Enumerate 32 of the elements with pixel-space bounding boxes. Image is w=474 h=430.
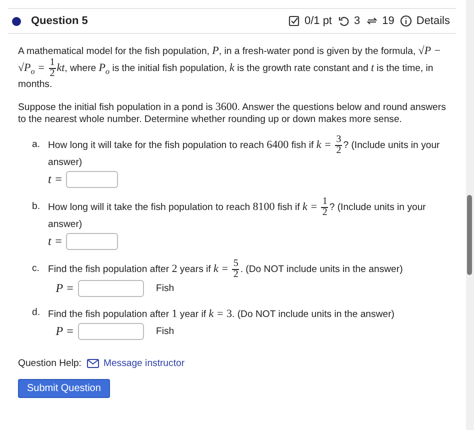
answer-variable: t =: [48, 172, 62, 187]
scrollbar[interactable]: [466, 0, 474, 430]
message-instructor-link[interactable]: Message instructor: [87, 358, 185, 369]
score-text: 0/1 pt: [304, 15, 332, 27]
mail-icon: [87, 358, 100, 368]
answer-variable: P =: [54, 280, 74, 296]
status-dot: [12, 16, 21, 26]
answer-field[interactable]: [66, 170, 118, 188]
unit-label: Fish: [156, 326, 174, 337]
unit-label: Fish: [156, 282, 174, 294]
answer-field[interactable]: [78, 322, 144, 340]
question-title: Question 5: [31, 15, 88, 27]
repeat-icon: [366, 15, 378, 27]
submit-button[interactable]: Submit Question: [18, 378, 110, 398]
answer-variable: P =: [54, 324, 74, 339]
answer-field[interactable]: [66, 232, 118, 250]
details-link[interactable]: Details: [416, 15, 450, 27]
answer-variable: t =: [48, 234, 62, 249]
part-letter: b.: [32, 200, 42, 214]
part-prompt: Find the fish population after 1 year if k = 3. (Do NOT include units in the answer): [48, 306, 396, 322]
undo-icon: [338, 15, 350, 27]
part-letter: d.: [32, 306, 42, 320]
help-label: Question Help:: [18, 358, 82, 369]
info-icon: [400, 15, 412, 27]
answer-field[interactable]: [78, 280, 144, 297]
scroll-thumb[interactable]: [467, 195, 472, 275]
part-letter: a.: [32, 138, 42, 152]
attempts-count: 19: [382, 15, 394, 27]
part-letter: c.: [32, 262, 40, 276]
instructions-paragraph: Suppose the initial fish population in a pond is 3600. Answer the questions below and round answers to the nearest whole number. Determine whether rounding up or down makes more sense.: [18, 100, 447, 127]
retries-count: 3: [354, 15, 360, 27]
checkbox-icon: [288, 15, 300, 27]
